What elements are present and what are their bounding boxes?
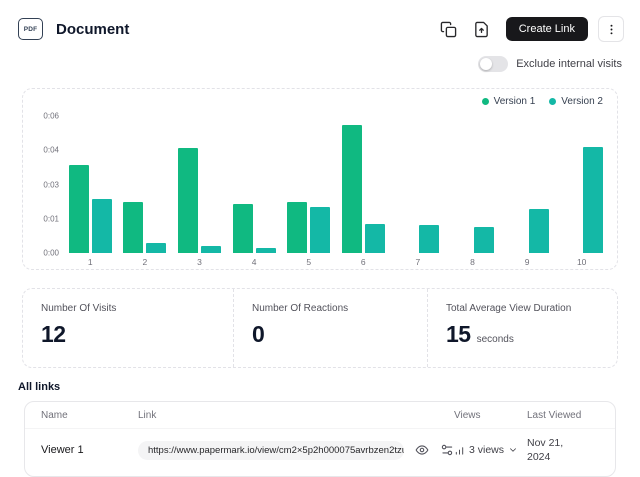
bar-group: 8 (445, 116, 500, 253)
legend-label: Version 2 (561, 96, 603, 107)
x-tick-label: 2 (118, 257, 173, 267)
bar-group: 5 (281, 116, 336, 253)
stat-number-of-reactions: Number Of Reactions 0 (233, 289, 427, 367)
stat-label: Total Average View Duration (446, 303, 617, 314)
bar-group: 2 (118, 116, 173, 253)
x-tick-label: 10 (554, 257, 609, 267)
toggle-knob (480, 58, 492, 70)
copy-icon (440, 21, 457, 38)
x-tick-label: 3 (172, 257, 227, 267)
x-tick-label: 9 (500, 257, 555, 267)
bar-version-2 (583, 147, 603, 253)
bar-version-1 (123, 202, 143, 253)
x-tick-label: 7 (391, 257, 446, 267)
stat-average-view-duration: Total Average View Duration 15 seconds (427, 289, 617, 367)
chevron-down-icon (508, 445, 518, 455)
row-menu-button[interactable] (613, 443, 616, 457)
bar-chart-icon (454, 445, 465, 456)
legend-item-version-1: Version 1 (482, 96, 536, 107)
exclude-visits-row: Exclude internal visits (478, 56, 622, 72)
link-table-row[interactable]: Viewer 1 https://www.papermark.io/view/c… (25, 429, 615, 471)
page-title: Document (56, 21, 129, 38)
bar-version-2 (256, 248, 276, 253)
column-header-link: Link (138, 410, 454, 421)
bar-version-1 (69, 165, 89, 253)
view-duration-chart-card: Version 1 Version 2 0:00 0:01 0:03 0:04 0:06… (22, 88, 618, 270)
bar-version-2 (146, 243, 166, 253)
bar-group: 10 (554, 116, 609, 253)
create-link-button[interactable]: Create Link (506, 17, 588, 41)
stat-label: Number Of Reactions (252, 303, 427, 314)
more-options-button[interactable] (598, 16, 624, 42)
stat-value: 15 (446, 321, 471, 348)
links-table-header: Name Link Views Last Viewed (25, 402, 615, 429)
legend-dot (482, 98, 489, 105)
copy-button[interactable] (436, 17, 461, 42)
ellipsis-icon (613, 443, 616, 457)
column-header-last-viewed: Last Viewed (527, 410, 613, 421)
views-count-label: 3 views (469, 444, 504, 456)
legend-label: Version 1 (494, 96, 536, 107)
x-tick-label: 8 (445, 257, 500, 267)
bar-group: 7 (391, 116, 446, 253)
column-header-views: Views (454, 410, 527, 421)
bar-version-2 (92, 199, 112, 253)
pdf-badge-label: PDF (24, 26, 38, 33)
bar-version-2 (310, 207, 330, 253)
views-dropdown[interactable]: 3 views (454, 444, 527, 456)
add-file-button[interactable] (469, 17, 494, 42)
last-viewed-date: Nov 21, 2024 (527, 436, 579, 464)
eye-icon (415, 443, 429, 457)
x-tick-label: 6 (336, 257, 391, 267)
x-tick-label: 5 (281, 257, 336, 267)
bar-group: 3 (172, 116, 227, 253)
column-header-name: Name (41, 410, 138, 421)
bar-group: 6 (336, 116, 391, 253)
y-tick-label: 0:06 (43, 112, 59, 121)
link-settings-button[interactable] (440, 443, 454, 457)
link-url-pill[interactable]: https://www.papermark.io/view/cm2×5p2h00… (138, 441, 404, 460)
bar-version-1 (287, 202, 307, 253)
kebab-menu-icon (605, 23, 618, 36)
stat-number-of-visits: Number Of Visits 12 (23, 289, 233, 367)
bars-area: 12345678910 (63, 116, 609, 253)
link-name: Viewer 1 (41, 444, 138, 456)
chart-legend: Version 1 Version 2 (482, 96, 603, 107)
x-tick-label: 4 (227, 257, 282, 267)
y-tick-label: 0:04 (43, 146, 59, 155)
preview-link-button[interactable] (415, 443, 429, 457)
bar-version-2 (201, 246, 221, 253)
legend-item-version-2: Version 2 (549, 96, 603, 107)
stat-value: 12 (41, 321, 66, 348)
bar-version-1 (342, 125, 362, 253)
stats-card: Number Of Visits 12 Number Of Reactions … (22, 288, 618, 368)
stat-suffix: seconds (477, 334, 514, 345)
y-tick-label: 0:03 (43, 180, 59, 189)
exclude-visits-label: Exclude internal visits (516, 58, 622, 70)
bar-version-1 (178, 148, 198, 253)
page-header: PDF Document Create Link (18, 14, 624, 44)
x-tick-label: 1 (63, 257, 118, 267)
bar-group: 1 (63, 116, 118, 253)
pdf-badge: PDF (18, 18, 43, 40)
sliders-icon (440, 443, 454, 457)
links-table: Name Link Views Last Viewed Viewer 1 htt… (24, 401, 616, 477)
stat-value: 0 (252, 321, 264, 348)
bar-version-2 (365, 224, 385, 253)
stat-label: Number Of Visits (41, 303, 233, 314)
y-tick-label: 0:01 (43, 214, 59, 223)
bar-group: 4 (227, 116, 282, 253)
y-axis: 0:000:010:030:040:06 (31, 116, 59, 253)
bar-version-2 (474, 227, 494, 253)
bar-version-2 (529, 209, 549, 253)
exclude-visits-toggle[interactable] (478, 56, 508, 72)
y-tick-label: 0:00 (43, 249, 59, 258)
link-cell: https://www.papermark.io/view/cm2×5p2h00… (138, 441, 454, 460)
bar-group: 9 (500, 116, 555, 253)
file-up-icon (473, 21, 490, 38)
all-links-heading: All links (18, 381, 60, 393)
bar-version-2 (419, 225, 439, 253)
bar-version-1 (233, 204, 253, 253)
legend-dot (549, 98, 556, 105)
